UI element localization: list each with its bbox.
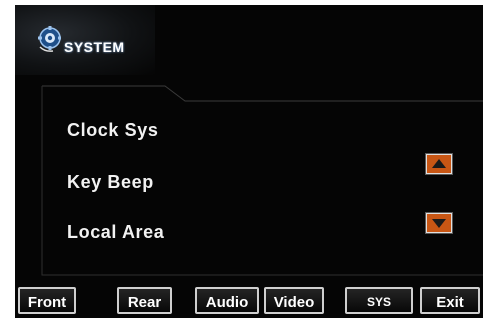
menu-item-local-area[interactable]: Local Area (67, 222, 164, 243)
scroll-down-button[interactable] (426, 213, 452, 233)
screen-title: SYSTEM (64, 39, 125, 55)
tab-sys[interactable]: SYS (345, 287, 413, 314)
menu-item-clock-sys[interactable]: Clock Sys (67, 120, 158, 141)
tab-front[interactable]: Front (18, 287, 76, 314)
tab-audio[interactable]: Audio (195, 287, 259, 314)
tab-rear[interactable]: Rear (117, 287, 172, 314)
system-screen: SYSTEM Clock Sys Key Beep Local Area Fro… (15, 5, 483, 318)
tab-exit[interactable]: Exit (420, 287, 480, 314)
gear-globe-icon (37, 25, 61, 53)
triangle-down-icon (432, 219, 446, 228)
tab-video[interactable]: Video (264, 287, 324, 314)
scroll-up-button[interactable] (426, 154, 452, 174)
menu-item-key-beep[interactable]: Key Beep (67, 172, 154, 193)
triangle-up-icon (432, 159, 446, 168)
